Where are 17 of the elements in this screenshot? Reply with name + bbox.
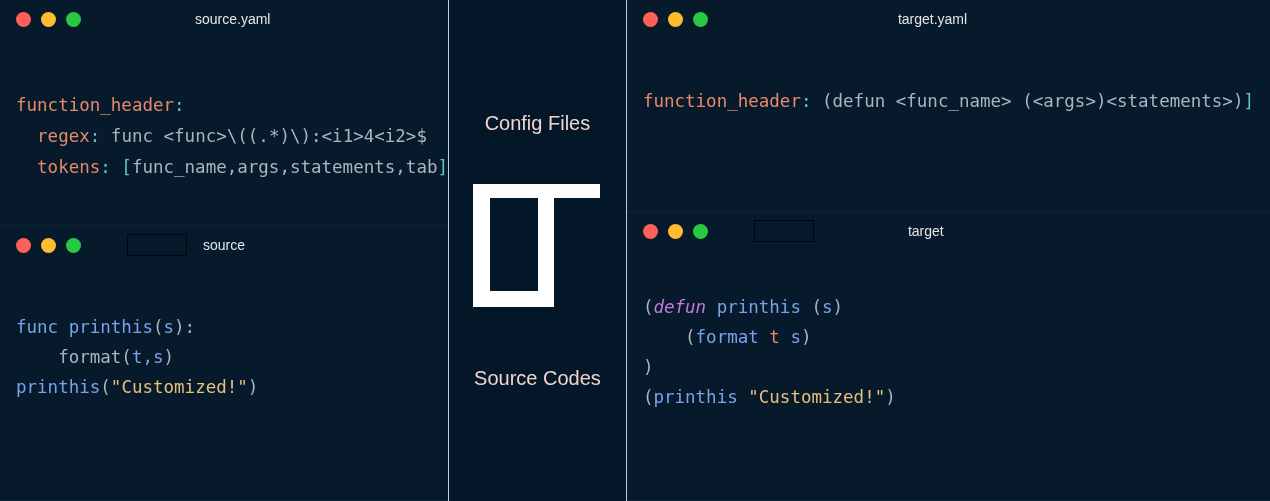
section-label: Source Codes xyxy=(474,366,601,391)
code-line: function_header: xyxy=(16,94,185,117)
code-line: regex: func <func>\((.*)\):<i1>4<i2>$ xyxy=(36,125,427,148)
window-title: target xyxy=(907,221,944,241)
code-line: (format t s) xyxy=(684,326,812,349)
code-line: ) xyxy=(642,356,654,379)
window-title: source xyxy=(203,235,246,255)
code-line: tokens: [func_name,args,statements,tab] xyxy=(36,156,448,179)
code-line: (defun printhis (s) xyxy=(642,296,844,319)
window-title: target.yaml xyxy=(897,9,968,29)
code-line: format(t,s) xyxy=(57,346,175,369)
code-line: func printhis(s): xyxy=(16,316,196,339)
code-line: function_header: (defun <func_name> (<args>)<statements>)] xyxy=(642,90,1254,113)
window-title: source.yaml xyxy=(195,9,271,29)
code-line: printhis("Customized!") xyxy=(16,376,259,399)
section-label: Config Files xyxy=(484,111,591,136)
code-line: (printhis "Customized!") xyxy=(642,386,896,409)
